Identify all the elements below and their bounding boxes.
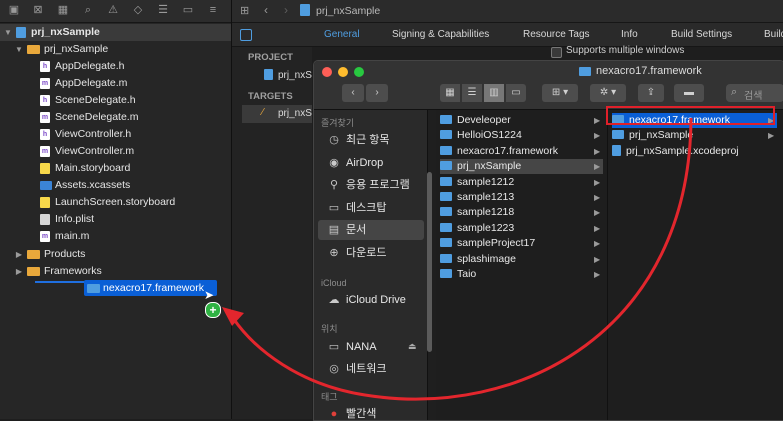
- arrow-head: [222, 307, 244, 326]
- drag-arrow: [222, 117, 693, 401]
